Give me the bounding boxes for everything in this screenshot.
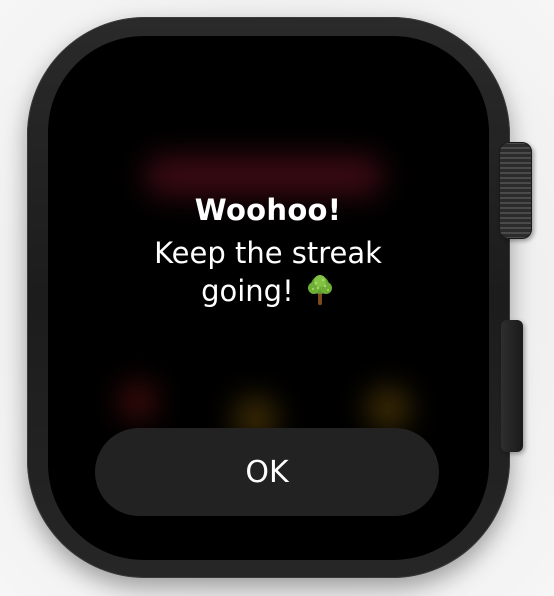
side-button[interactable]	[501, 320, 523, 452]
tree-icon	[305, 274, 335, 306]
blurred-background-bar	[144, 156, 384, 196]
blurred-background-dot	[366, 386, 411, 431]
alert-message-line1: Keep the streak	[154, 236, 382, 270]
alert-message: Keep the streak going!	[130, 234, 406, 310]
alert-message-line2: going!	[201, 274, 294, 308]
alert-title: Woohoo!	[194, 193, 342, 227]
ok-button[interactable]: OK	[95, 428, 439, 516]
blurred-background-dot	[118, 381, 158, 421]
